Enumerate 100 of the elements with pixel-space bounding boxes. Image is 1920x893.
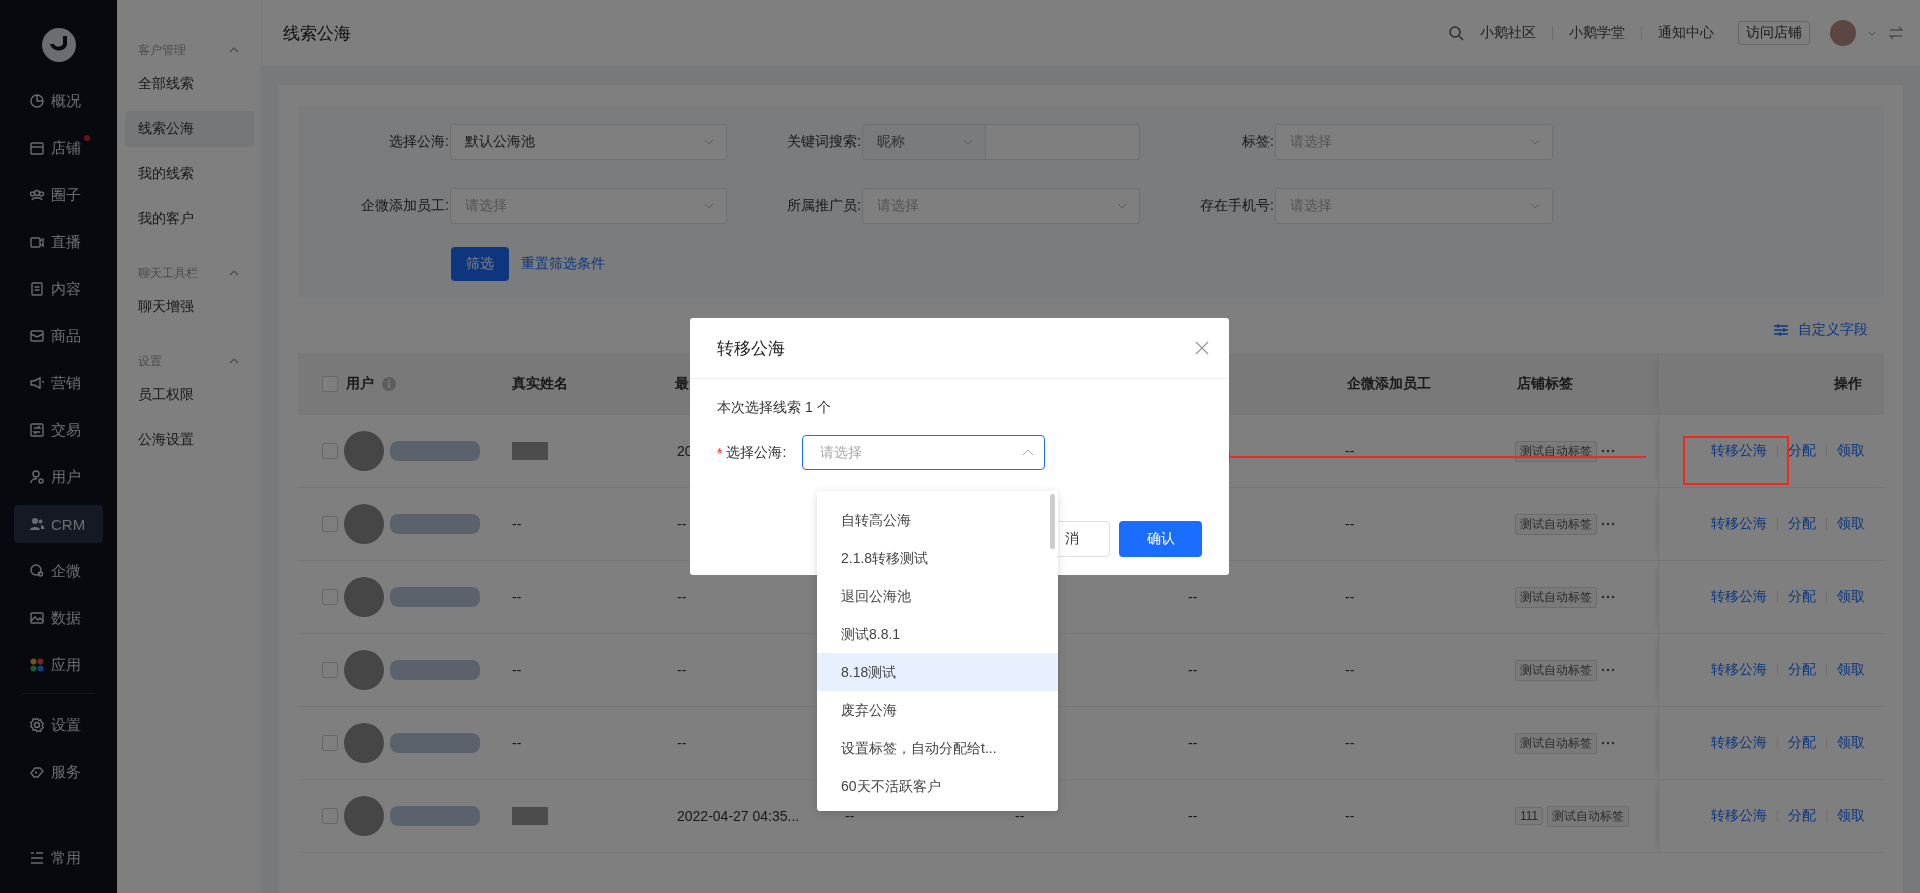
header-link[interactable]: 通知中心 (1654, 24, 1718, 42)
column-header: 店铺标签 (1517, 374, 1573, 393)
action-link[interactable]: 分配 (1788, 588, 1816, 606)
nav-item[interactable]: 企微 (14, 552, 103, 590)
submenu-item[interactable]: 线索公海 (125, 111, 254, 147)
nav-item[interactable]: 商品 (14, 317, 103, 355)
nav-item[interactable]: 设置 (14, 706, 103, 744)
select-field[interactable]: 默认公海池 (450, 124, 727, 160)
avatar (344, 650, 384, 690)
nav-item[interactable]: 营销 (14, 364, 103, 402)
action-link[interactable]: 领取 (1837, 515, 1865, 533)
visit-store-button[interactable]: 访问店铺 (1738, 21, 1810, 45)
caret-icon[interactable] (1868, 30, 1876, 36)
table-cell: -- (1188, 589, 1198, 605)
action-link[interactable]: 领取 (1837, 442, 1865, 460)
dropdown-option[interactable]: 8.18测试 (817, 653, 1058, 691)
tag: 111 (1515, 807, 1544, 825)
table-cell: -- (1345, 589, 1355, 605)
required-mark: * (717, 444, 723, 461)
avatar[interactable] (1830, 20, 1856, 46)
submenu-item[interactable]: 公海设置 (125, 422, 254, 458)
avatar (344, 723, 384, 763)
filter-label: 标签: (1241, 133, 1275, 151)
store-icon (29, 140, 45, 156)
nav-item[interactable]: 店铺 (14, 129, 103, 167)
action-link[interactable]: 转移公海 (1711, 442, 1767, 460)
dropdown-option[interactable]: 设置标签，自动分配给t... (817, 729, 1058, 767)
checkbox[interactable] (322, 662, 338, 678)
action-link[interactable]: 分配 (1788, 442, 1816, 460)
header-link[interactable]: 小鹅学堂 (1565, 24, 1629, 42)
dropdown-option[interactable]: 废弃公海 (817, 691, 1058, 729)
avatar (344, 796, 384, 836)
filter-button[interactable]: 筛选 (451, 247, 509, 281)
dropdown-option[interactable]: 2.1.8转移测试 (817, 539, 1058, 577)
action-link[interactable]: 转移公海 (1711, 661, 1767, 679)
tag: 测试自动标签 (1515, 732, 1597, 754)
action-link[interactable]: 转移公海 (1711, 807, 1767, 825)
user-gear-icon (29, 469, 45, 485)
table-cell: -- (1188, 808, 1198, 824)
nav-item[interactable]: 交易 (14, 411, 103, 449)
submenu-item[interactable]: 员工权限 (125, 377, 254, 413)
reset-filters-link[interactable]: 重置筛选条件 (521, 255, 605, 273)
scrollbar[interactable] (1050, 494, 1055, 549)
dropdown-option[interactable]: 60天不活跃客户 (817, 767, 1058, 805)
submenu-item[interactable]: 全部线索 (125, 66, 254, 102)
nav-item[interactable]: 应用 (14, 646, 103, 684)
action-link[interactable]: 转移公海 (1711, 515, 1767, 533)
video-camera-icon (29, 234, 45, 250)
nav-item[interactable]: 用户 (14, 458, 103, 496)
nav-item[interactable]: 服务 (14, 753, 103, 791)
nav-item[interactable]: CRM (14, 505, 103, 543)
dropdown-option[interactable]: 自转高公海 (817, 501, 1058, 539)
action-link[interactable]: 领取 (1837, 807, 1865, 825)
tag: 测试自动标签 (1515, 586, 1597, 608)
tag: 测试自动标签 (1515, 659, 1597, 681)
select-field[interactable]: 昵称 (862, 124, 986, 160)
confirm-button[interactable]: 确认 (1119, 521, 1202, 557)
action-link[interactable]: 领取 (1837, 734, 1865, 752)
submenu-item[interactable]: 聊天增强 (125, 289, 254, 325)
sliders-icon (1774, 324, 1788, 336)
search-icon[interactable] (1448, 25, 1464, 41)
dropdown-option[interactable]: 测试8.8.1 (817, 615, 1058, 653)
page-title: 线索公海 (283, 22, 351, 45)
action-link[interactable]: 分配 (1788, 661, 1816, 679)
nav-item[interactable]: 常用 (14, 839, 103, 877)
action-link[interactable]: 分配 (1788, 515, 1816, 533)
custom-fields-link[interactable]: 自定义字段 (1774, 321, 1868, 339)
switch-icon[interactable] (1888, 26, 1904, 40)
users-icon (29, 516, 45, 532)
table-cell: -- (1345, 808, 1355, 824)
action-link[interactable]: 分配 (1788, 734, 1816, 752)
caret-icon (963, 139, 973, 145)
submenu-item[interactable]: 我的线索 (125, 156, 254, 192)
dropdown-option[interactable]: 退回公海池 (817, 577, 1058, 615)
nav-item[interactable]: 圈子 (14, 176, 103, 214)
nav-item[interactable]: 数据 (14, 599, 103, 637)
checkbox[interactable] (322, 516, 338, 532)
submenu-item[interactable]: 我的客户 (125, 201, 254, 237)
checkbox[interactable] (322, 735, 338, 751)
checkbox[interactable] (322, 443, 338, 459)
checkbox[interactable] (322, 808, 338, 824)
avatar (344, 504, 384, 544)
nav-item[interactable]: 直播 (14, 223, 103, 261)
header-link[interactable]: 小鹅社区 (1476, 24, 1540, 42)
table-cell: -- (677, 516, 687, 532)
action-link[interactable]: 领取 (1837, 661, 1865, 679)
action-link[interactable]: 转移公海 (1711, 588, 1767, 606)
action-link[interactable]: 转移公海 (1711, 734, 1767, 752)
action-link[interactable]: 分配 (1788, 807, 1816, 825)
checkbox[interactable] (322, 375, 338, 392)
table-cell: -- (1345, 443, 1355, 459)
box-icon (29, 328, 45, 344)
table-cell: 2022-04-27 04:35... (677, 808, 800, 824)
close-icon[interactable] (1195, 341, 1209, 355)
nav-item[interactable]: 内容 (14, 270, 103, 308)
nav-item[interactable]: 概况 (14, 82, 103, 120)
action-link[interactable]: 领取 (1837, 588, 1865, 606)
checkbox[interactable] (322, 589, 338, 605)
select-field[interactable]: 请选择 (802, 435, 1046, 470)
column-header: 操作 (1834, 374, 1862, 393)
